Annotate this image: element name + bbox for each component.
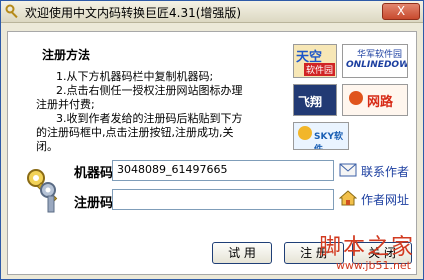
machine-code-field[interactable]: 3048089_61497665 — [112, 160, 334, 181]
contact-author-link[interactable]: 联系作者 — [361, 163, 409, 180]
feixiang-logo-text: 飞翔 — [298, 95, 323, 109]
sun-icon — [298, 126, 312, 140]
huajun-logo[interactable]: 华军软件园 ONLINEDOWN — [342, 44, 408, 78]
keys-icon — [5, 4, 21, 20]
instructions-box: 注册方法 1.从下方机器码栏中复制机器码; 2.点击右侧任一授权注册网站图标办理… — [22, 42, 290, 154]
instruction-line: 的注册码框中,点击注册按钮,注册成功,关 — [36, 126, 234, 139]
window-title: 欢迎使用中文内码转换巨匠4.31(增强版) — [25, 6, 242, 20]
feixiang-logo[interactable]: 飞翔 — [293, 84, 337, 116]
machine-code-label: 机器码 — [74, 166, 114, 181]
wanglu-logo[interactable]: 网路 — [342, 84, 408, 116]
instructions-title: 注册方法 — [42, 48, 91, 62]
author-website-link[interactable]: 作者网址 — [361, 191, 409, 208]
register-code-field[interactable] — [112, 189, 334, 210]
registration-window: 欢迎使用中文内码转换巨匠4.31(增强版) X 注册方法 1.从下方机器码栏中复… — [0, 0, 424, 280]
trial-button[interactable]: 试 用 — [212, 242, 272, 264]
wanglu-logo-text: 网路 — [367, 95, 394, 110]
titlebar-close-button[interactable]: X — [382, 3, 420, 20]
title-bar[interactable]: 欢迎使用中文内码转换巨匠4.31(增强版) X — [1, 1, 423, 23]
tianji-logo-subtext: 软件园 — [304, 63, 336, 76]
huajun-logo-text: 华军软件园 — [357, 50, 403, 60]
register-code-label: 注册码 — [74, 196, 114, 211]
huajun-logo-subtext: ONLINEDOWN — [346, 60, 407, 70]
instruction-line: 闭。 — [36, 140, 58, 153]
sky-soft-logo-text: SKY软件 — [314, 132, 343, 150]
watermark-title: 脚本之家 — [318, 235, 415, 260]
home-icon — [338, 190, 358, 206]
keys-icon — [24, 166, 64, 216]
watermark-url: www.jb51.net — [335, 259, 411, 272]
mail-icon — [339, 163, 357, 177]
sky-soft-logo[interactable]: SKY软件 — [293, 122, 349, 150]
site-watermark: 脚本之家 www.jb51.net — [287, 229, 417, 275]
globe-icon — [349, 91, 363, 105]
tianji-logo[interactable]: 天空 软件园 — [293, 44, 337, 78]
